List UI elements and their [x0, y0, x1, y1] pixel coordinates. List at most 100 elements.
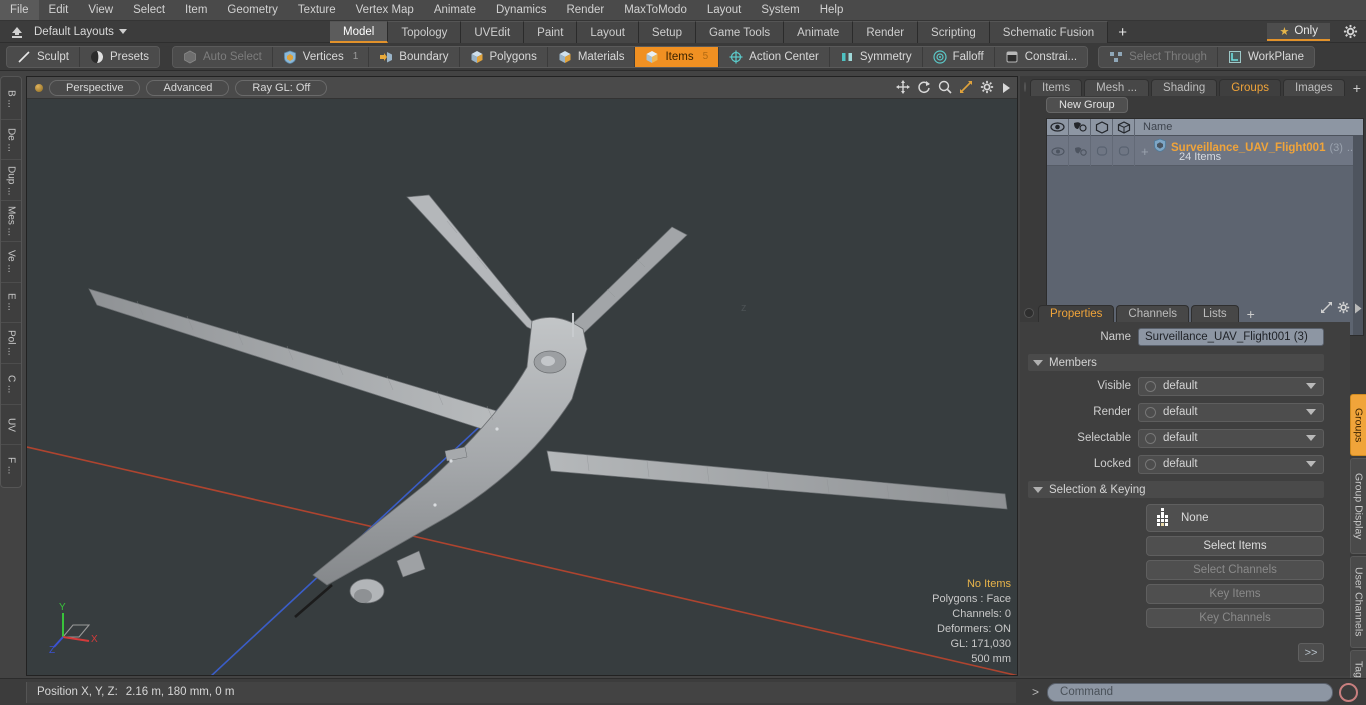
- menu-item-animate[interactable]: Animate: [424, 0, 486, 20]
- row-cube-toggle-b[interactable]: [1113, 136, 1135, 166]
- selection-set-selector[interactable]: None: [1146, 504, 1324, 532]
- tab-properties[interactable]: Properties: [1038, 305, 1115, 322]
- row-cube-toggle-a[interactable]: [1091, 136, 1113, 166]
- menu-item-texture[interactable]: Texture: [288, 0, 346, 20]
- fit-icon[interactable]: [959, 80, 973, 99]
- left-rail-tab-1[interactable]: De ...: [1, 120, 21, 161]
- expand-row-button[interactable]: +: [1141, 144, 1149, 159]
- menu-item-maxtomodo[interactable]: MaxToModo: [614, 0, 697, 20]
- properties-menu-dot-icon[interactable]: [1024, 308, 1034, 318]
- eye-icon[interactable]: [1047, 118, 1069, 136]
- boundary-button[interactable]: Boundary: [369, 46, 460, 67]
- name-input[interactable]: Surveillance_UAV_Flight001 (3): [1138, 328, 1324, 346]
- left-rail-tab-4[interactable]: Ve ...: [1, 242, 21, 283]
- constraint-button[interactable]: Constrai...: [994, 46, 1088, 67]
- rotate-icon[interactable]: [917, 80, 931, 99]
- menu-item-layout[interactable]: Layout: [697, 0, 752, 20]
- layout-tab-schematic-fusion[interactable]: Schematic Fusion: [989, 21, 1109, 43]
- menu-item-render[interactable]: Render: [556, 0, 614, 20]
- play-icon[interactable]: [1354, 301, 1366, 322]
- layout-tab-game-tools[interactable]: Game Tools: [695, 21, 785, 43]
- layout-tab-scripting[interactable]: Scripting: [918, 21, 990, 43]
- layout-tab-model[interactable]: Model: [330, 21, 389, 43]
- left-rail-tab-8[interactable]: UV: [1, 405, 21, 446]
- menu-item-edit[interactable]: Edit: [39, 0, 79, 20]
- gear-icon[interactable]: [980, 80, 994, 99]
- record-circle-icon[interactable]: [1339, 682, 1358, 702]
- select-through-button[interactable]: Select Through: [1099, 46, 1218, 67]
- add-layout-tab-button[interactable]: +: [1108, 21, 1137, 43]
- viewport-menu-dot-icon[interactable]: [35, 83, 43, 92]
- menu-item-view[interactable]: View: [78, 0, 123, 20]
- selection-keying-section-header[interactable]: Selection & Keying: [1028, 481, 1324, 498]
- menu-item-geometry[interactable]: Geometry: [217, 0, 288, 20]
- zoom-icon[interactable]: [938, 80, 952, 99]
- menu-item-dynamics[interactable]: Dynamics: [486, 0, 556, 20]
- workplane-button[interactable]: WorkPlane: [1217, 46, 1314, 67]
- materials-button[interactable]: Materials: [547, 46, 636, 67]
- items-button[interactable]: Items 5: [635, 46, 720, 67]
- viewport-canvas[interactable]: z Y X Z No Items Polygons : Face Channel…: [27, 99, 1017, 675]
- row-eye-toggle[interactable]: [1047, 136, 1069, 166]
- left-rail-tab-5[interactable]: E ...: [1, 283, 21, 324]
- new-group-button[interactable]: New Group: [1046, 97, 1128, 113]
- panel-tab-groups[interactable]: Groups: [1219, 79, 1281, 96]
- tab-lists[interactable]: Lists: [1191, 305, 1239, 322]
- add-panel-tab-button[interactable]: +: [1347, 80, 1366, 96]
- layout-tab-render[interactable]: Render: [853, 21, 919, 43]
- row-render-toggle[interactable]: [1069, 136, 1091, 166]
- 3d-viewport[interactable]: Perspective Advanced Ray GL: Off z Y X Z…: [26, 76, 1018, 676]
- play-icon[interactable]: [1001, 81, 1011, 99]
- selectable-dropdown[interactable]: default: [1138, 428, 1324, 448]
- menu-item-help[interactable]: Help: [810, 0, 854, 20]
- layout-tab-animate[interactable]: Animate: [784, 21, 854, 43]
- panel-menu-dot-icon[interactable]: [1024, 82, 1026, 92]
- more-options-button[interactable]: >>: [1298, 643, 1324, 662]
- move-icon[interactable]: [896, 80, 910, 99]
- viewport-projection-selector[interactable]: Perspective: [49, 79, 141, 96]
- vertices-button[interactable]: Vertices 1: [272, 46, 370, 67]
- tab-channels[interactable]: Channels: [1116, 305, 1190, 322]
- falloff-button[interactable]: Falloff: [922, 46, 995, 67]
- menu-item-system[interactable]: System: [751, 0, 809, 20]
- select-items-button[interactable]: Select Items: [1146, 536, 1324, 556]
- panel-tab-mesh[interactable]: Mesh ...: [1084, 79, 1150, 96]
- layout-tab-paint[interactable]: Paint: [524, 21, 578, 43]
- viewport-raygl-selector[interactable]: Ray GL: Off: [235, 79, 328, 96]
- gear-icon[interactable]: [1343, 24, 1358, 44]
- gear-icon[interactable]: [1337, 301, 1354, 322]
- left-rail-tab-6[interactable]: Pol ...: [1, 323, 21, 364]
- members-section-header[interactable]: Members: [1028, 354, 1324, 371]
- home-up-icon[interactable]: [6, 23, 28, 41]
- layout-tab-topology[interactable]: Topology: [388, 21, 462, 43]
- cube-outline-icon[interactable]: [1091, 118, 1113, 136]
- panel-tab-images[interactable]: Images: [1282, 79, 1345, 96]
- left-rail-tab-9[interactable]: F ...: [1, 445, 21, 485]
- left-rail-tab-7[interactable]: C ...: [1, 364, 21, 405]
- menu-item-vertex-map[interactable]: Vertex Map: [346, 0, 424, 20]
- vtab-groups[interactable]: Groups: [1350, 394, 1366, 456]
- menu-item-file[interactable]: File: [0, 0, 39, 20]
- polygons-button[interactable]: Polygons: [459, 46, 548, 67]
- menu-item-select[interactable]: Select: [123, 0, 175, 20]
- symmetry-button[interactable]: Symmetry: [829, 46, 923, 67]
- cube-wire-icon[interactable]: [1113, 118, 1135, 136]
- visible-dropdown[interactable]: default: [1138, 376, 1324, 396]
- only-toggle-button[interactable]: ★ Only: [1267, 23, 1330, 41]
- left-rail-tab-2[interactable]: Dup ...: [1, 160, 21, 202]
- left-rail-tab-3[interactable]: Mes ...: [1, 201, 21, 242]
- viewport-shading-selector[interactable]: Advanced: [146, 79, 230, 96]
- add-properties-tab-button[interactable]: +: [1241, 306, 1261, 322]
- layout-selector[interactable]: Default Layouts: [34, 26, 131, 38]
- layout-tab-layout[interactable]: Layout: [577, 21, 639, 43]
- table-row[interactable]: + Surveillance_UAV_Flight001 (3) ... 24 …: [1047, 136, 1363, 166]
- locked-dropdown[interactable]: default: [1138, 454, 1324, 474]
- sculpt-button[interactable]: Sculpt: [7, 46, 80, 67]
- panel-tab-shading[interactable]: Shading: [1151, 79, 1218, 96]
- render-icon[interactable]: [1069, 118, 1091, 136]
- command-input[interactable]: Command: [1047, 682, 1333, 702]
- menu-item-item[interactable]: Item: [175, 0, 217, 20]
- vtab-user-channels[interactable]: User Channels: [1350, 556, 1366, 648]
- layout-tab-setup[interactable]: Setup: [638, 21, 696, 43]
- presets-button[interactable]: Presets: [79, 46, 159, 67]
